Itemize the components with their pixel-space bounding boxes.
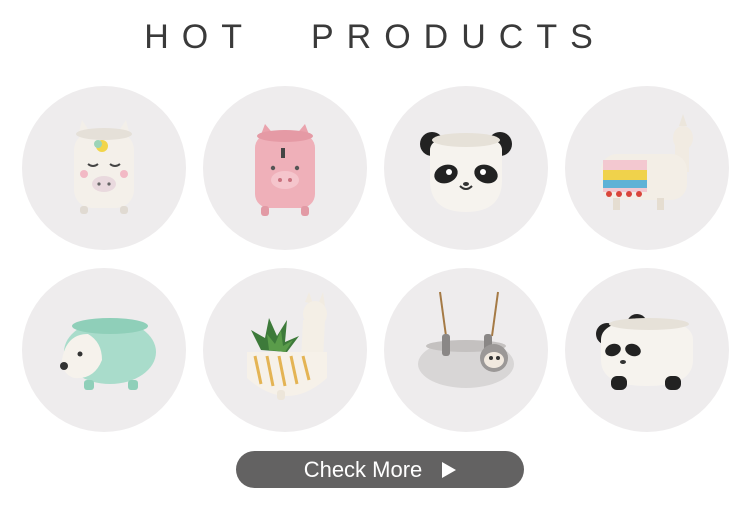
hedgehog-pot-icon <box>60 318 156 390</box>
product-tile-unicorn[interactable] <box>22 86 186 250</box>
product-tile-hedgehog[interactable] <box>22 268 186 432</box>
section-title: HOT PRODUCTS <box>0 18 750 58</box>
pig-pot-icon <box>255 124 315 216</box>
product-grid <box>22 86 730 432</box>
product-tile-pig[interactable] <box>203 86 367 250</box>
title-word-products: PRODUCTS <box>310 18 606 56</box>
alpaca-pot-icon <box>601 114 693 210</box>
play-arrow-icon <box>442 461 457 478</box>
check-more-button[interactable]: Check More <box>236 451 524 488</box>
product-tile-sloth[interactable] <box>384 268 548 432</box>
unicorn-pot-icon <box>74 120 134 214</box>
product-tile-llama[interactable] <box>203 268 367 432</box>
product-tile-panda-body[interactable] <box>565 268 729 432</box>
check-more-label: Check More <box>303 456 423 482</box>
product-tile-panda-head[interactable] <box>384 86 548 250</box>
panda-head-pot-icon <box>420 132 512 212</box>
hanging-sloth-pot-icon <box>418 291 514 388</box>
product-tile-alpaca[interactable] <box>565 86 729 250</box>
llama-planter-icon <box>247 292 327 400</box>
title-word-hot: HOT <box>144 18 255 56</box>
panda-body-pot-icon <box>596 314 693 390</box>
